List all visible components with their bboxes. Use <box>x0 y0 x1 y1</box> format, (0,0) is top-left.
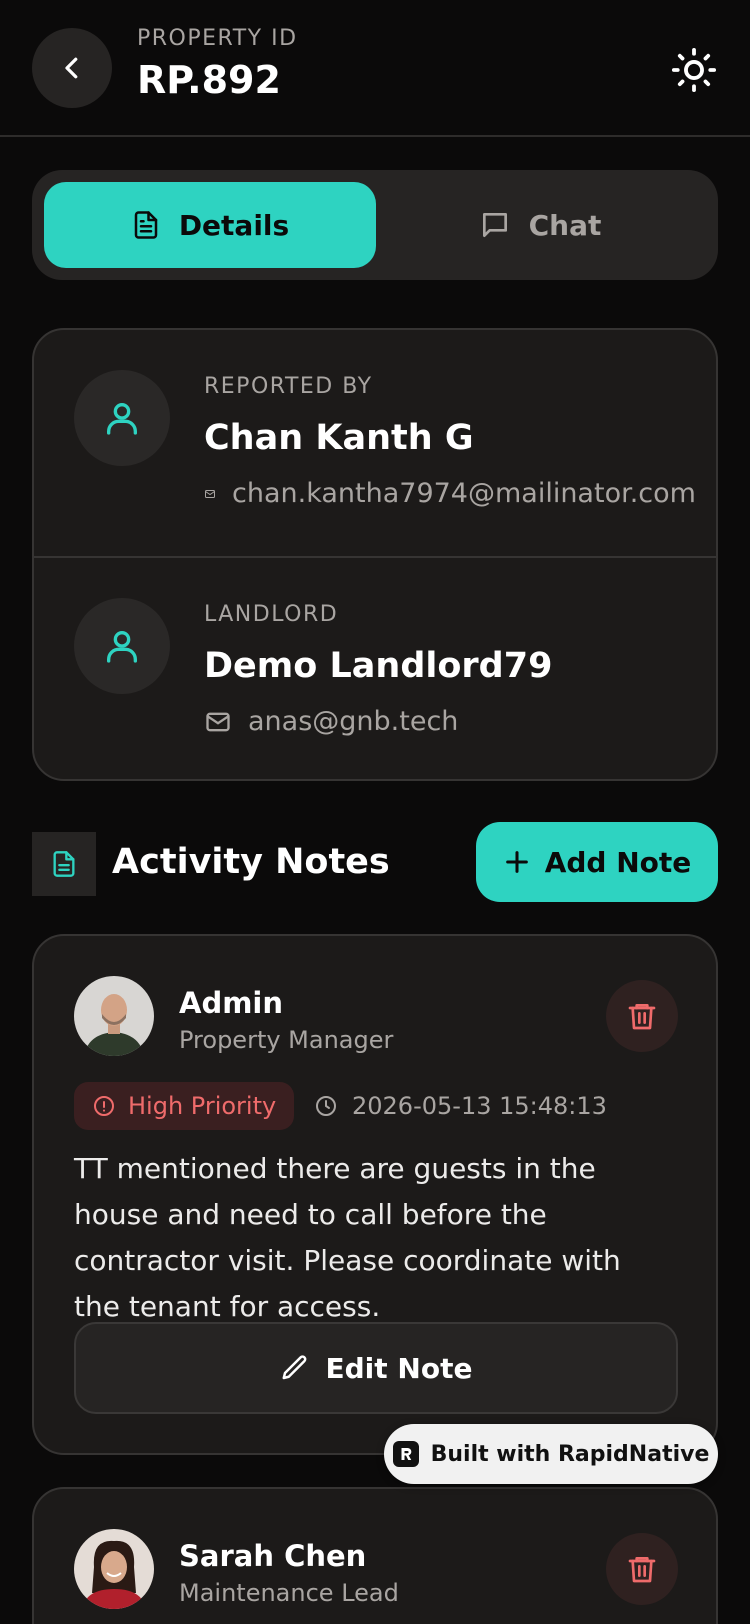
reporter-row: REPORTED BY Chan Kanth G chan.kantha7974… <box>34 330 716 555</box>
landlord-name: Demo Landlord79 <box>204 646 553 686</box>
chevron-left-icon <box>65 57 78 79</box>
reporter-email-text: chan.kantha7974@mailinator.com <box>232 478 696 509</box>
note-card: Sarah Chen Maintenance Lead <box>32 1487 718 1624</box>
user-icon <box>107 403 137 435</box>
activity-notes-header: Activity Notes Add Note <box>32 822 718 910</box>
note-author-role: Maintenance Lead <box>179 1579 399 1607</box>
reporter-avatar <box>74 370 170 466</box>
landlord-avatar <box>74 598 170 694</box>
mail-icon <box>206 712 230 731</box>
note-timestamp: 2026-05-13 15:48:13 <box>314 1082 607 1130</box>
rapidnative-logo-icon <box>392 1441 419 1467</box>
delete-note-button[interactable] <box>606 980 678 1052</box>
sun-icon <box>671 47 717 93</box>
notes-icon-box <box>32 832 96 896</box>
landlord-row: LANDLORD Demo Landlord79 anas@gnb.tech <box>34 556 716 779</box>
clock-icon <box>316 1096 336 1116</box>
timestamp-text: 2026-05-13 15:48:13 <box>352 1092 607 1120</box>
user-icon <box>107 631 137 663</box>
edit-note-label: Edit Note <box>325 1351 473 1385</box>
tab-details[interactable]: Details <box>44 182 376 268</box>
reporter-role-label: REPORTED BY <box>204 374 373 399</box>
avatar <box>74 1529 154 1609</box>
trash-icon <box>628 1004 656 1030</box>
mail-icon <box>205 489 215 498</box>
reporter-name: Chan Kanth G <box>204 418 474 458</box>
tab-chat[interactable]: Chat <box>374 182 706 268</box>
note-card: Admin Property Manager High Priority 202… <box>32 934 718 1455</box>
property-id-label: PROPERTY ID <box>137 26 298 51</box>
document-icon <box>134 211 158 239</box>
built-with-badge[interactable]: Built with RapidNative <box>384 1424 718 1484</box>
priority-badge: High Priority <box>74 1082 295 1130</box>
trash-icon <box>628 1557 656 1583</box>
back-button[interactable] <box>32 28 112 108</box>
tab-details-label: Details <box>178 208 290 242</box>
people-card: REPORTED BY Chan Kanth G chan.kantha7974… <box>32 328 718 781</box>
document-icon <box>53 851 75 877</box>
theme-toggle-button[interactable] <box>668 44 720 96</box>
note-author: Admin <box>179 986 284 1020</box>
app-header: PROPERTY ID RP.892 <box>0 0 750 137</box>
avatar <box>74 976 154 1056</box>
delete-note-button[interactable] <box>606 1533 678 1605</box>
alert-circle-icon <box>94 1096 114 1116</box>
built-with-label: Built with RapidNative <box>430 1441 710 1467</box>
add-note-label: Add Note <box>544 845 692 879</box>
chat-bubble-icon <box>482 213 507 237</box>
note-author: Sarah Chen <box>179 1539 367 1573</box>
note-author-role: Property Manager <box>179 1026 394 1054</box>
reporter-email[interactable]: chan.kantha7974@mailinator.com <box>204 478 696 509</box>
priority-label: High Priority <box>128 1092 277 1120</box>
note-body: TT mentioned there are guests in the hou… <box>74 1152 621 1323</box>
plus-icon <box>505 851 528 873</box>
landlord-email-text: anas@gnb.tech <box>248 706 459 737</box>
landlord-role-label: LANDLORD <box>204 602 339 627</box>
activity-notes-title: Activity Notes <box>112 842 390 882</box>
pencil-icon <box>282 1355 306 1380</box>
add-note-button[interactable]: Add Note <box>476 822 718 902</box>
property-id-value: RP.892 <box>137 58 281 102</box>
tab-bar: Details Chat <box>32 170 718 280</box>
tab-chat-label: Chat <box>528 208 602 242</box>
edit-note-button[interactable]: Edit Note <box>74 1322 678 1414</box>
landlord-email[interactable]: anas@gnb.tech <box>204 706 458 737</box>
